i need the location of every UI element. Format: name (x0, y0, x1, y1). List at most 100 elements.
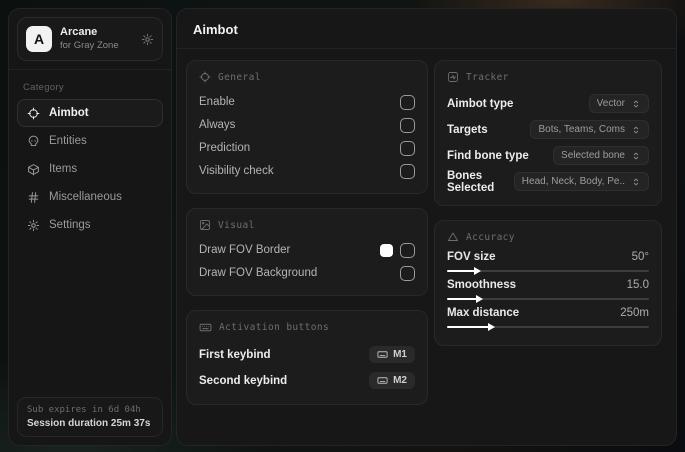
sidebar-item-items[interactable]: Items (17, 155, 163, 183)
slider-fill (446, 295, 484, 303)
card-title: General (218, 71, 261, 83)
second-keybind-row: Second keybind M2 (199, 368, 415, 393)
sub-expires-text: Sub expires in 6d 04h (27, 405, 141, 415)
sidebar-item-entities[interactable]: Entities (17, 127, 163, 155)
find-bone-type-select[interactable]: Selected bone (553, 146, 649, 165)
keybind-value: M2 (393, 375, 407, 386)
max-distance-row: Max distance 250m (446, 307, 649, 331)
app-header: A Arcane for Gray Zone (17, 17, 163, 61)
general-row-always: Always (199, 114, 415, 136)
general-card: General Enable Always Prediction Visibil… (186, 60, 428, 194)
sidebar-item-label: Miscellaneous (49, 191, 122, 203)
bones-selected-select[interactable]: Head, Neck, Body, Pe.. (513, 172, 649, 191)
category-label: Category (23, 82, 64, 93)
sidebar-item-miscellaneous[interactable]: Miscellaneous (17, 183, 163, 211)
find-bone-type-row: Find bone type Selected bone (447, 143, 649, 168)
visibility-check-checkbox[interactable] (399, 163, 415, 179)
app-subtitle: for Gray Zone (60, 39, 119, 51)
tracker-card-header: Tracker (447, 71, 649, 83)
accuracy-card: Accuracy FOV size 50° Smoothness 15.0 Ma… (433, 220, 662, 346)
row-label: First keybind (199, 348, 271, 361)
triangle-icon (447, 231, 459, 243)
chevrons-up-down-icon (631, 99, 641, 109)
session-duration-text: Session duration 25m 37s (27, 418, 151, 429)
chevrons-up-down-icon (631, 177, 641, 187)
row-label: Aimbot type (446, 97, 514, 110)
selected-value: Bots, Teams, Coms (538, 124, 625, 135)
slider-thumb[interactable] (476, 295, 484, 303)
activity-icon (447, 71, 459, 83)
fov-size-slider[interactable] (446, 267, 649, 275)
crosshair-icon (199, 71, 211, 83)
page-title: Aimbot (193, 22, 238, 37)
card-title: Accuracy (465, 231, 515, 243)
row-label: Draw FOV Background (199, 267, 318, 279)
keyboard-icon (377, 375, 388, 386)
activation-card-header: Activation buttons (199, 321, 415, 334)
card-title: Visual (218, 219, 255, 231)
draw-fov-background-checkbox[interactable] (399, 265, 415, 281)
left-column: General Enable Always Prediction Visibil… (186, 60, 428, 405)
visual-card-header: Visual (199, 219, 415, 231)
image-icon (199, 219, 211, 231)
sidebar-divider (9, 69, 171, 70)
main-panel: Aimbot General Enable Always Prediction … (176, 8, 677, 446)
sidebar-item-aimbot[interactable]: Aimbot (17, 99, 163, 127)
main-header: Aimbot (177, 9, 676, 49)
keyboard-icon (377, 349, 388, 360)
smoothness-value: 15.0 (626, 279, 649, 291)
smoothness-row: Smoothness 15.0 (446, 279, 649, 303)
box-icon (27, 163, 40, 176)
fov-border-color-swatch[interactable] (379, 243, 393, 257)
app-title: Arcane (60, 26, 98, 39)
chevrons-up-down-icon (631, 125, 641, 135)
accuracy-card-header: Accuracy (447, 231, 649, 243)
sidebar: A Arcane for Gray Zone Category Aimbot E… (8, 8, 172, 446)
card-title: Activation buttons (219, 322, 330, 333)
main-content: General Enable Always Prediction Visibil… (177, 49, 676, 415)
skull-icon (27, 135, 40, 148)
tracker-card: Tracker Aimbot type Vector Targets Bots,… (433, 60, 662, 206)
gear-icon (27, 219, 40, 232)
slider-thumb[interactable] (474, 267, 482, 275)
slider-thumb[interactable] (488, 323, 496, 331)
row-label: Always (199, 119, 236, 131)
targets-select[interactable]: Bots, Teams, Coms (530, 120, 649, 139)
chevrons-up-down-icon (631, 151, 641, 161)
general-row-prediction: Prediction (199, 137, 415, 159)
row-label: Smoothness (446, 279, 516, 291)
first-keybind-button[interactable]: M1 (369, 346, 415, 363)
enable-checkbox[interactable] (399, 94, 415, 110)
sidebar-item-label: Settings (49, 219, 91, 231)
row-label: Max distance (446, 307, 520, 319)
bones-selected-row: Bones Selected Head, Neck, Body, Pe.. (447, 169, 649, 194)
hash-icon (27, 191, 40, 204)
sidebar-item-settings[interactable]: Settings (17, 211, 163, 239)
sidebar-nav: Aimbot Entities Items Miscellaneous Sett… (9, 99, 171, 239)
always-checkbox[interactable] (399, 117, 415, 133)
aimbot-type-select[interactable]: Vector (588, 94, 649, 113)
card-title: Tracker (465, 71, 509, 83)
aimbot-type-row: Aimbot type Vector (447, 91, 649, 116)
smoothness-slider[interactable] (446, 295, 649, 303)
draw-fov-border-checkbox[interactable] (399, 242, 415, 258)
second-keybind-button[interactable]: M2 (369, 372, 415, 389)
selected-value: Selected bone (561, 150, 625, 161)
selected-value: Head, Neck, Body, Pe.. (521, 176, 625, 187)
general-row-enable: Enable (199, 91, 415, 113)
selected-value: Vector (596, 98, 625, 109)
subscription-info: Sub expires in 6d 04h Session duration 2… (17, 397, 163, 437)
keyboard-icon (199, 321, 212, 334)
row-label: FOV size (446, 251, 496, 263)
app-logo: A (26, 26, 52, 52)
row-label: Targets (446, 123, 488, 136)
max-distance-slider[interactable] (446, 323, 649, 331)
sidebar-item-label: Aimbot (49, 107, 89, 119)
fov-size-value: 50° (631, 251, 649, 263)
gear-icon[interactable] (141, 33, 154, 46)
visual-row-fov-background: Draw FOV Background (199, 262, 415, 284)
row-label: Visibility check (199, 165, 274, 177)
visual-row-fov-border: Draw FOV Border (199, 239, 415, 261)
prediction-checkbox[interactable] (399, 140, 415, 156)
targets-row: Targets Bots, Teams, Coms (447, 117, 649, 142)
